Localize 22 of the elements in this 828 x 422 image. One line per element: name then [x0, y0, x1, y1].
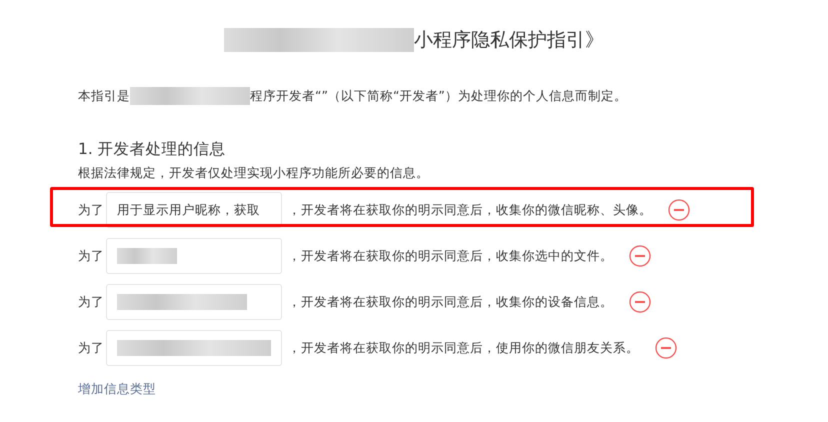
row-text: ，开发者将在获取你的明示同意后，使用你的微信朋友关系。	[288, 340, 639, 356]
add-link[interactable]: 增加信息类型	[78, 381, 156, 396]
input-field[interactable]: 用于显示用户昵称，获取	[106, 192, 282, 228]
remove-icon[interactable]	[668, 199, 690, 221]
input-field[interactable]	[106, 238, 282, 274]
row-text: ，开发者将在获取你的明示同意后，收集你选中的文件。	[288, 248, 613, 264]
remove-icon[interactable]	[629, 291, 651, 313]
intro-text: 程序开发者“”（以下简称“开发者”）为处理你的个人信息而制定。	[250, 88, 627, 104]
input-field[interactable]	[106, 330, 282, 366]
row-label: 为了	[78, 202, 104, 218]
remove-icon[interactable]	[655, 337, 677, 359]
row-text: ，开发者将在获取你的明示同意后，收集你的微信昵称、头像。	[288, 202, 652, 218]
row-label: 为了	[78, 340, 104, 356]
input-field[interactable]	[106, 284, 282, 320]
intro-text: 本指引是	[78, 88, 130, 104]
section-heading: 1. 开发者处理的信息	[78, 139, 227, 160]
row-text: ，开发者将在获取你的明示同意后，收集你的设备信息。	[288, 294, 613, 310]
page-title: 小程序隐私保护指引》	[414, 28, 604, 53]
remove-icon[interactable]	[629, 245, 651, 267]
row-label: 为了	[78, 294, 104, 310]
section-note: 根据法律规定，开发者仅处理实现小程序功能所必要的信息。	[78, 165, 430, 182]
row-label: 为了	[78, 248, 104, 264]
